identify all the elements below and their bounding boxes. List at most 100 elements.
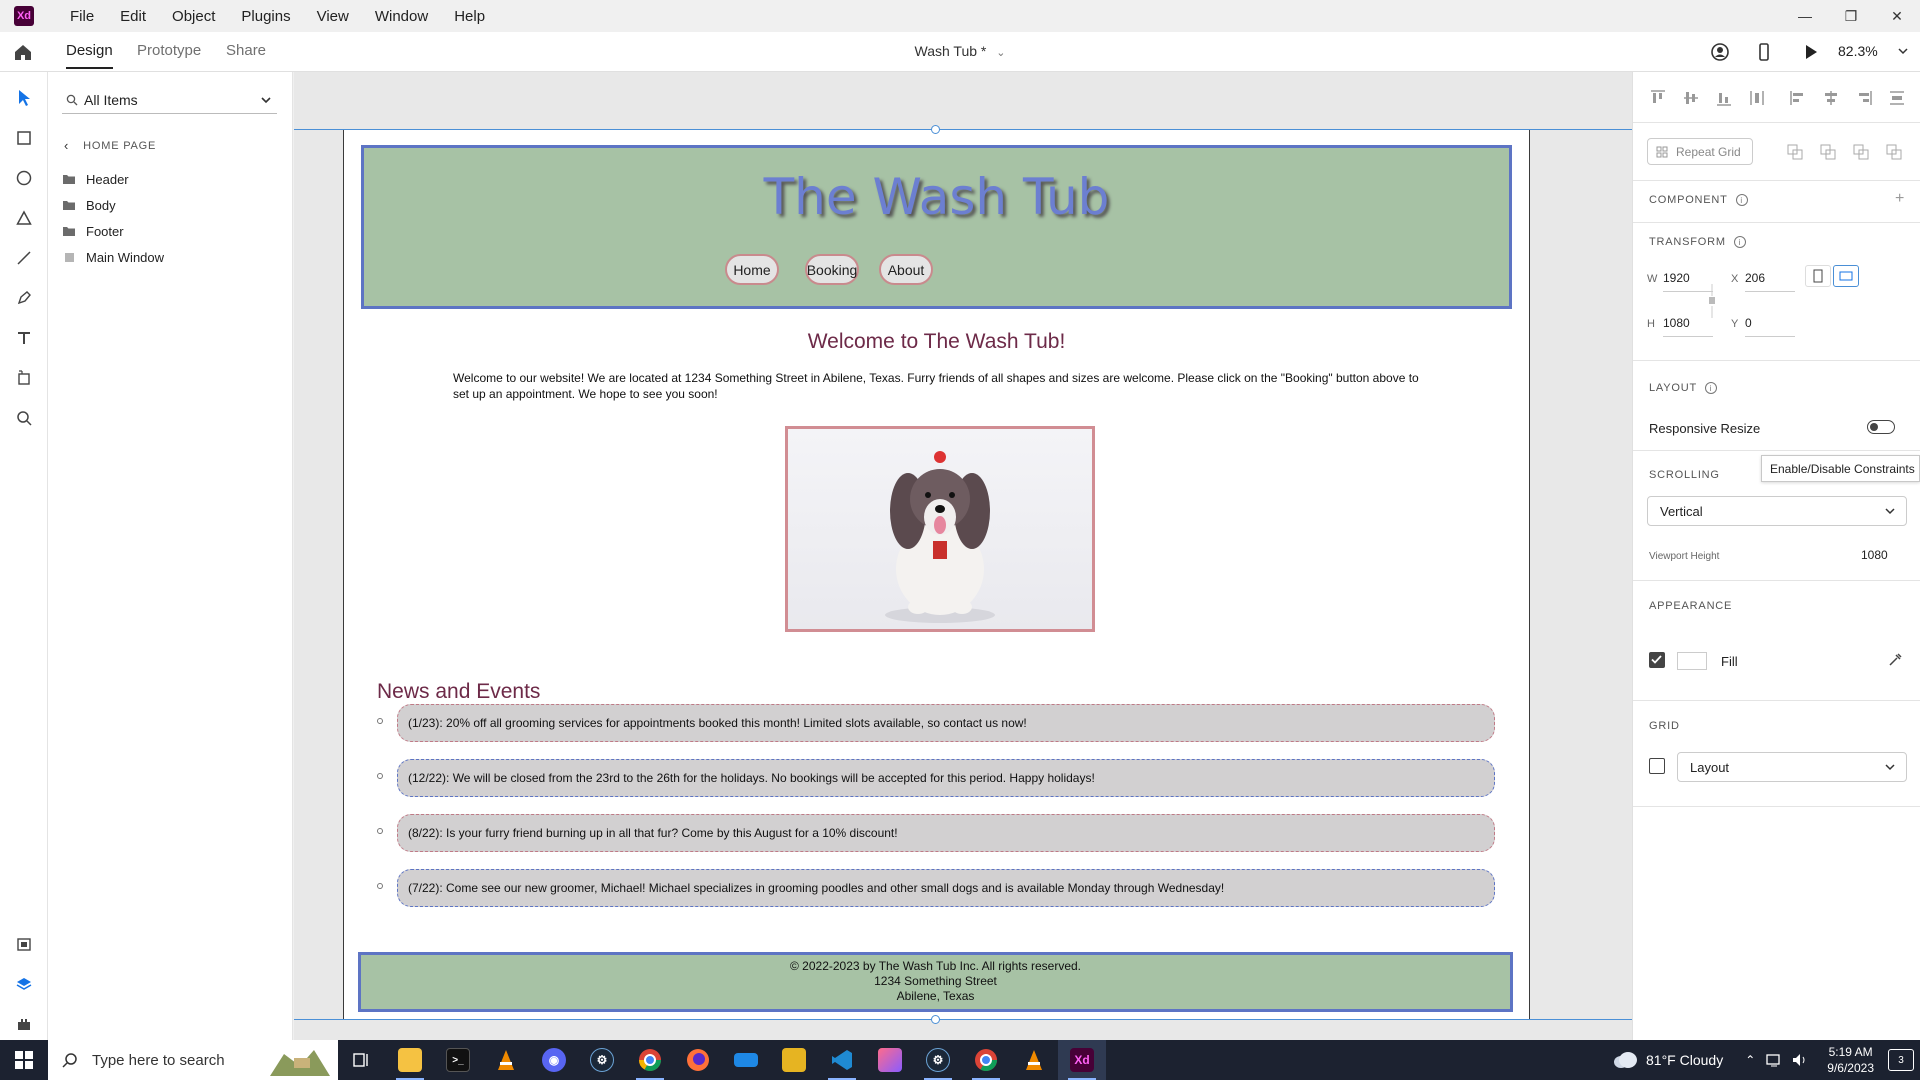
- responsive-resize-toggle[interactable]: [1867, 420, 1895, 434]
- taskbar-file-explorer[interactable]: [386, 1040, 434, 1080]
- breadcrumb[interactable]: ‹ HOME PAGE: [64, 138, 156, 153]
- layer-item-footer[interactable]: Footer: [62, 219, 282, 243]
- boolean-subtract-icon[interactable]: [1820, 144, 1836, 160]
- taskbar-vscode[interactable]: [818, 1040, 866, 1080]
- height-field[interactable]: 1080: [1663, 316, 1713, 337]
- add-component-icon[interactable]: +: [1895, 190, 1904, 208]
- chevron-down-icon[interactable]: ⌄: [996, 47, 1005, 59]
- info-icon[interactable]: i: [1705, 382, 1717, 395]
- plugins-icon[interactable]: [12, 1012, 36, 1036]
- align-center-icon[interactable]: [1822, 89, 1840, 107]
- taskbar-discord[interactable]: ◉: [530, 1040, 578, 1080]
- lock-aspect-icon[interactable]: [1707, 284, 1717, 318]
- align-top-icon[interactable]: [1649, 89, 1667, 107]
- resize-handle[interactable]: [931, 1015, 940, 1024]
- pen-tool-icon[interactable]: [12, 286, 36, 310]
- tab-share[interactable]: Share: [226, 42, 266, 59]
- layer-item-main-window[interactable]: Main Window: [62, 245, 282, 269]
- info-icon[interactable]: i: [1735, 194, 1748, 207]
- layers-icon[interactable]: [12, 972, 36, 996]
- zoom-level[interactable]: 82.3%: [1838, 43, 1878, 59]
- layer-filter[interactable]: All Items: [62, 86, 277, 114]
- repeat-grid-button[interactable]: Repeat Grid: [1647, 138, 1753, 165]
- taskbar-vlc[interactable]: [482, 1040, 530, 1080]
- line-tool-icon[interactable]: [12, 246, 36, 270]
- tab-prototype[interactable]: Prototype: [137, 42, 201, 59]
- boolean-intersect-icon[interactable]: [1853, 144, 1869, 160]
- artboard-tool-icon[interactable]: [12, 366, 36, 390]
- align-right-icon[interactable]: [1855, 89, 1873, 107]
- grid-checkbox[interactable]: [1649, 758, 1665, 774]
- boolean-exclude-icon[interactable]: [1886, 144, 1902, 160]
- align-bottom-icon[interactable]: [1715, 89, 1733, 107]
- taskbar-photos[interactable]: [866, 1040, 914, 1080]
- network-icon[interactable]: [1765, 1052, 1783, 1068]
- zoom-tool-icon[interactable]: [12, 406, 36, 430]
- viewport-height-field[interactable]: 1080: [1861, 548, 1888, 562]
- tab-design[interactable]: Design: [66, 42, 113, 69]
- x-field[interactable]: 206: [1745, 271, 1795, 292]
- restore-button[interactable]: ❐: [1828, 0, 1874, 32]
- ellipse-tool-icon[interactable]: [12, 166, 36, 190]
- landscape-orientation-button[interactable]: [1833, 265, 1859, 287]
- notification-center-button[interactable]: 3: [1888, 1049, 1914, 1071]
- menu-plugins[interactable]: Plugins: [241, 8, 290, 25]
- cloud-weather-icon[interactable]: [1612, 1051, 1638, 1069]
- text-tool-icon[interactable]: [12, 326, 36, 350]
- taskbar-vlc-2[interactable]: [1010, 1040, 1058, 1080]
- document-title[interactable]: Wash Tub *: [915, 43, 987, 59]
- taskbar-archive[interactable]: [770, 1040, 818, 1080]
- play-icon[interactable]: [1801, 42, 1821, 62]
- portrait-orientation-button[interactable]: [1805, 265, 1831, 287]
- user-icon[interactable]: [1710, 42, 1730, 62]
- polygon-tool-icon[interactable]: [12, 206, 36, 230]
- chevron-left-icon[interactable]: ‹: [64, 138, 69, 153]
- menu-object[interactable]: Object: [172, 8, 215, 25]
- menu-view[interactable]: View: [317, 8, 349, 25]
- taskbar-search[interactable]: Type here to search: [48, 1040, 338, 1080]
- width-field[interactable]: 1920: [1663, 271, 1713, 292]
- artboard-home-page[interactable]: The Wash Tub Home Booking About Welcome …: [343, 130, 1530, 1020]
- chevron-down-icon[interactable]: [1896, 44, 1910, 58]
- layer-item-body[interactable]: Body: [62, 193, 282, 217]
- taskbar-terminal[interactable]: >_: [434, 1040, 482, 1080]
- site-footer[interactable]: © 2022-2023 by The Wash Tub Inc. All rig…: [358, 952, 1513, 1012]
- align-left-icon[interactable]: [1789, 89, 1807, 107]
- menu-window[interactable]: Window: [375, 8, 428, 25]
- select-tool-icon[interactable]: [12, 86, 36, 110]
- volume-icon[interactable]: [1791, 1052, 1809, 1068]
- nav-about-button[interactable]: About: [879, 254, 933, 285]
- design-canvas[interactable]: The Wash Tub Home Booking About Welcome …: [294, 72, 1632, 1040]
- layer-item-header[interactable]: Header: [62, 167, 282, 191]
- home-icon[interactable]: [12, 41, 34, 63]
- boolean-add-icon[interactable]: [1787, 144, 1803, 160]
- nav-booking-button[interactable]: Booking: [805, 254, 859, 285]
- close-button[interactable]: ✕: [1874, 0, 1920, 32]
- fill-color-swatch[interactable]: [1677, 652, 1707, 670]
- clock[interactable]: 5:19 AM 9/6/2023: [1827, 1044, 1874, 1076]
- menu-help[interactable]: Help: [454, 8, 485, 25]
- info-icon[interactable]: i: [1733, 236, 1746, 249]
- eyedropper-icon[interactable]: [1887, 652, 1903, 668]
- align-middle-icon[interactable]: [1682, 89, 1700, 107]
- chevron-up-icon[interactable]: ⌃: [1745, 1053, 1755, 1067]
- taskbar-cloud-app[interactable]: [722, 1040, 770, 1080]
- menu-edit[interactable]: Edit: [120, 8, 146, 25]
- weather-text[interactable]: 81°F Cloudy: [1646, 1052, 1723, 1068]
- site-header[interactable]: The Wash Tub Home Booking About: [361, 145, 1512, 309]
- rectangle-tool-icon[interactable]: [12, 126, 36, 150]
- taskbar-chrome[interactable]: [626, 1040, 674, 1080]
- minimize-button[interactable]: —: [1782, 0, 1828, 32]
- mobile-preview-icon[interactable]: [1754, 42, 1774, 62]
- fill-checkbox[interactable]: [1649, 652, 1665, 668]
- distribute-horizontal-icon[interactable]: [1748, 89, 1766, 107]
- distribute-vertical-icon[interactable]: [1888, 89, 1906, 107]
- start-button[interactable]: [0, 1040, 48, 1080]
- taskbar-steam-2[interactable]: ⚙: [914, 1040, 962, 1080]
- task-view-button[interactable]: [338, 1040, 386, 1080]
- y-field[interactable]: 0: [1745, 316, 1795, 337]
- taskbar-firefox[interactable]: [674, 1040, 722, 1080]
- menu-file[interactable]: File: [70, 8, 94, 25]
- grid-type-dropdown[interactable]: Layout: [1677, 752, 1907, 782]
- taskbar-chrome-2[interactable]: [962, 1040, 1010, 1080]
